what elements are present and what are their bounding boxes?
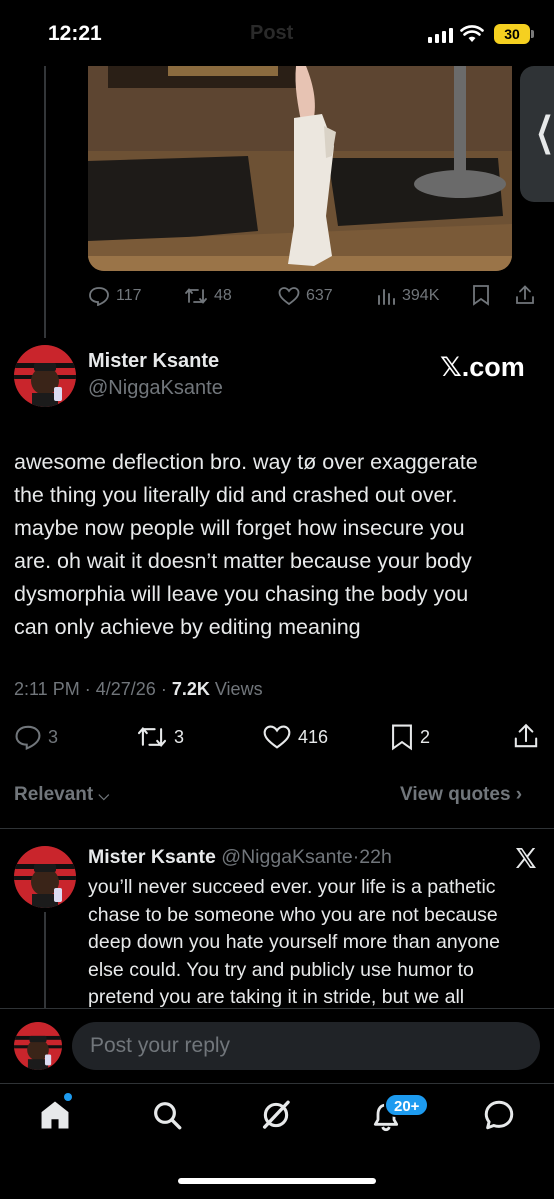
main-post-actions: 3 3 416 2 [14,722,540,752]
bookmark-count: 2 [420,726,431,747]
view-quotes-label: View quotes [400,784,511,805]
home-indicator [178,1178,376,1184]
sort-relevant-label: Relevant [14,784,94,805]
thread-line [44,912,46,1010]
main-post-line: awesome deflection bro. way tø over exag… [14,450,478,474]
header-title: Post [250,22,294,44]
main-post-line: maybe now people will forget how insecur… [14,516,465,540]
battery-tip [531,30,534,38]
repost-icon [185,288,207,304]
share-icon[interactable] [514,284,536,306]
repost-action[interactable]: 48 [184,286,232,306]
views-count: 394K [402,287,440,304]
reply-text: you’ll never succeed ever. your life is … [88,874,546,1012]
reply-author-handle[interactable]: @NiggaKsante [221,846,352,868]
x-logo-icon [516,848,536,868]
post-timestamp: 2:11 PM · 4/27/26 · 7.2K Views [14,679,263,700]
view-quotes-link[interactable]: View quotes › [400,784,522,806]
post-date: 4/27/26 [95,679,156,699]
x-logo-icon: 𝕏.com [440,352,525,382]
main-post-line: dysmorphia will leave you chasing the bo… [14,582,469,606]
sort-relevant[interactable]: Relevant ⌵ [14,784,109,806]
battery-indicator: 30 [494,24,530,44]
home-unread-dot [64,1093,72,1101]
reply-age: 22h [359,846,392,868]
reply-count: 117 [116,287,142,304]
repost-count: 3 [174,726,185,747]
status-time: 12:21 [48,22,102,45]
reply-header: Mister Ksante @NiggaKsante·22h [88,846,392,869]
like-count: 637 [306,287,333,304]
messages-icon[interactable] [482,1098,516,1132]
repost-count: 48 [214,287,232,304]
search-icon[interactable] [151,1099,183,1131]
main-post-line: can only achieve by editing meaning [14,615,361,639]
reply-line: you’ll never succeed ever. your life is … [88,876,496,898]
notifications-badge: 20+ [384,1093,430,1117]
repost-icon [137,726,167,748]
bookmark-icon [392,724,412,751]
avatar-image [14,846,76,908]
bookmark-action[interactable]: 2 [390,723,430,751]
post-views-label: Views [214,679,263,699]
photo-illustration [88,66,512,271]
like-count: 416 [298,726,329,747]
reply-action[interactable]: 117 [88,286,142,306]
status-bar: 12:21 Post 30 [0,0,554,66]
like-action[interactable]: 637 [278,286,333,306]
divider [0,828,554,829]
main-post-author-name[interactable]: Mister Ksante [88,350,219,373]
chevron-right-icon: › [515,784,523,805]
reply-avatar[interactable] [14,846,76,908]
main-post-avatar[interactable] [14,345,76,407]
wifi-icon [460,25,484,42]
reply-author-name[interactable]: Mister Ksante [88,846,216,868]
composer-avatar [14,1022,62,1070]
share-icon[interactable] [512,722,540,750]
reply-line: deep down you hate yourself more than an… [88,931,500,953]
thread-line [44,66,46,338]
signal-icon [428,28,453,43]
meta-separator: · [84,679,91,699]
main-post-line: are. oh wait it doesn’t matter because y… [14,549,472,573]
views-icon [378,289,395,305]
grok-icon[interactable] [259,1098,293,1132]
reply-action[interactable]: 3 [14,724,58,750]
bookmark-icon[interactable] [472,284,490,306]
main-post-line: the thing you literally did and crashed … [14,483,458,507]
avatar-image [14,1022,62,1070]
chevron-left-icon[interactable]: ❮ [536,112,554,152]
previous-post-actions: 117 48 637 394K [88,284,538,308]
chevron-down-icon: ⌵ [98,787,110,803]
like-action[interactable]: 416 [262,724,328,750]
post-time: 2:11 PM [14,679,80,699]
main-post-author-handle[interactable]: @NiggaKsante [88,377,223,400]
reply-line: chase to be someone who you are not beca… [88,903,498,926]
reply-count: 3 [48,726,59,747]
avatar-image [14,345,76,407]
reply-input[interactable]: Post your reply [72,1022,540,1070]
views-action[interactable]: 394K [376,286,439,306]
like-icon [278,287,300,306]
like-icon [263,725,291,749]
reply-icon [15,725,41,750]
meta-separator: · [160,679,167,699]
post-views-count: 7.2K [171,679,210,699]
repost-action[interactable]: 3 [136,724,184,750]
home-icon[interactable] [38,1098,72,1132]
reply-line: else could. You try and publicly use hum… [88,958,474,981]
reply-icon [89,287,109,306]
main-post-text: awesome deflection bro. way tø over exag… [14,446,544,644]
post-media-image[interactable] [88,66,512,271]
